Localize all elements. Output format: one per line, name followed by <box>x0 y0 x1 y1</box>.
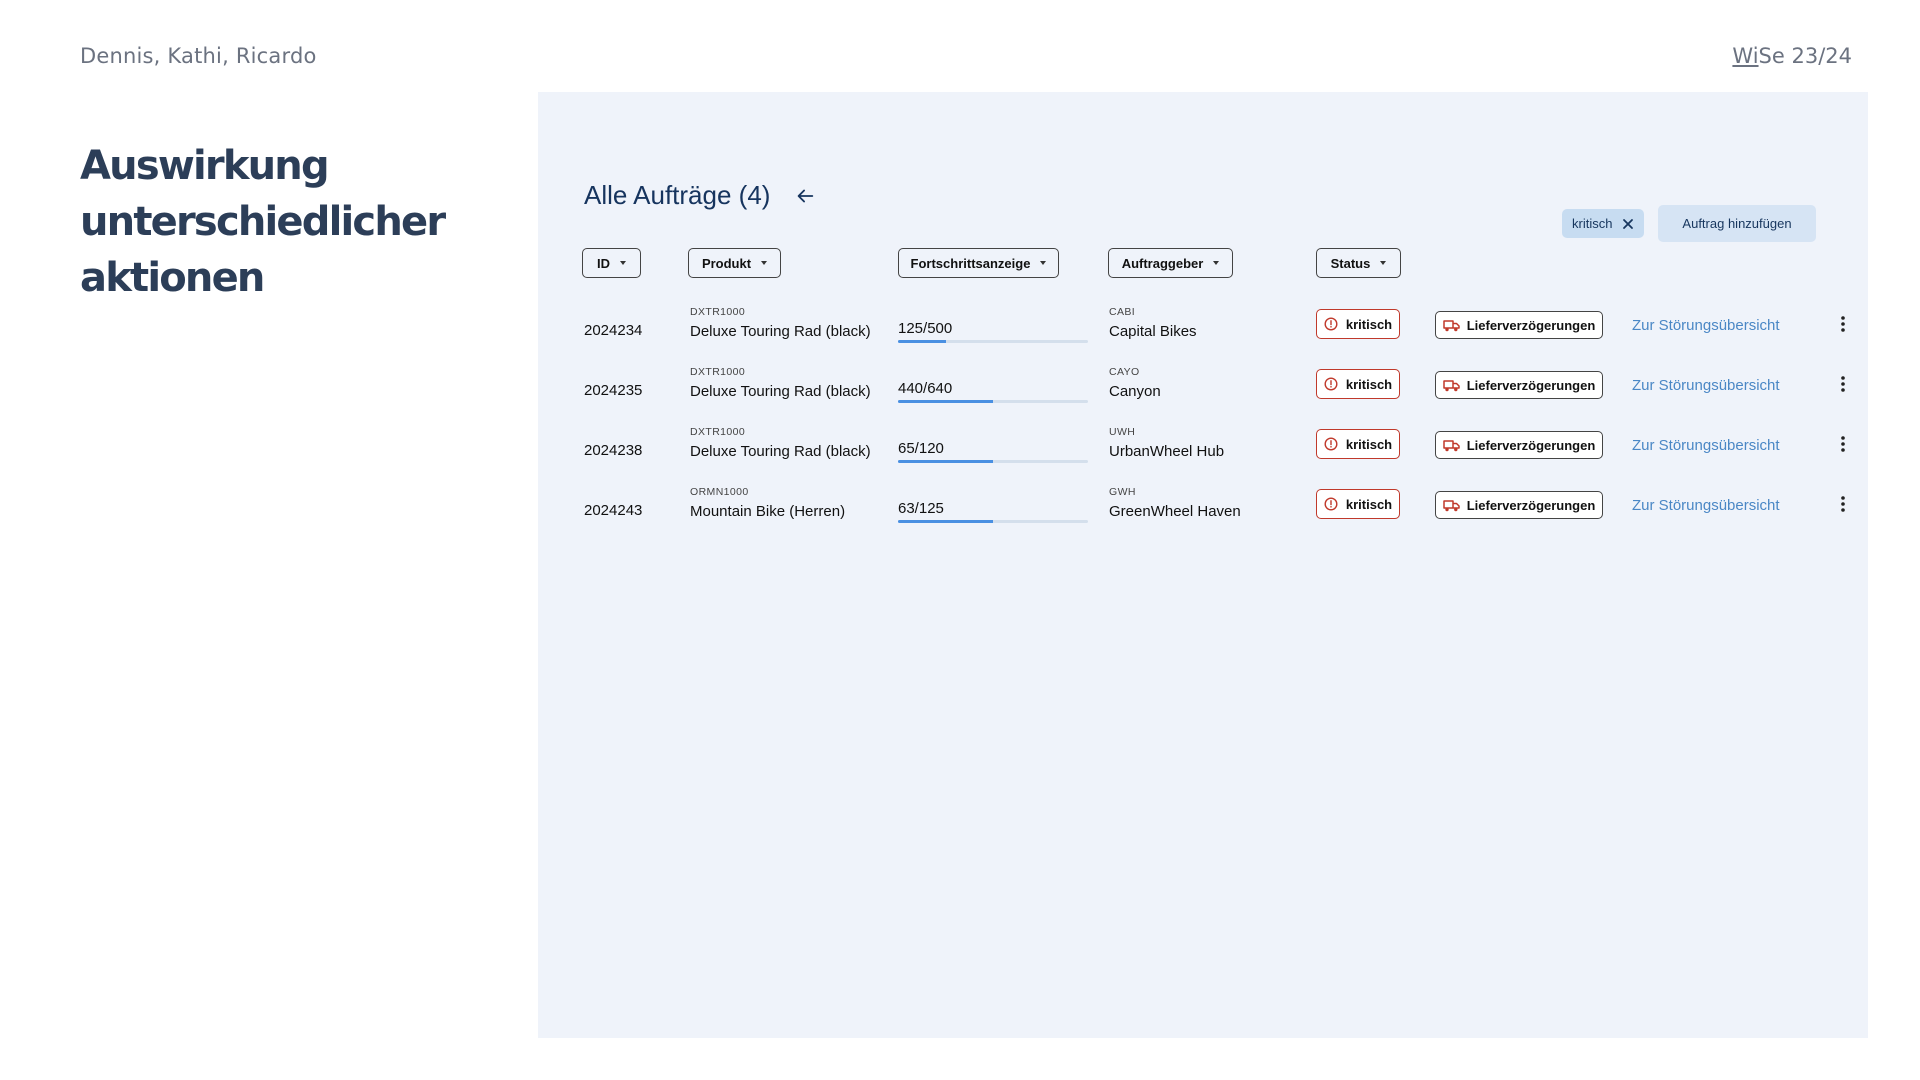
page-title: Alle Aufträge (4) <box>584 180 771 210</box>
progress-fill <box>898 400 993 403</box>
status-label: kritisch <box>1345 436 1393 452</box>
progress-text: 440/640 <box>898 380 953 397</box>
issue-label: Lieferverzögerungen <box>1466 377 1596 393</box>
add-order-button[interactable]: Auftrag hinzufügen <box>1658 205 1816 242</box>
caret-down-icon <box>1213 261 1220 265</box>
filter-chip-kritisch: kritisch <box>1562 209 1645 238</box>
issue-button[interactable]: Lieferverzögerungen <box>1435 491 1603 519</box>
disruption-overview-link[interactable]: Zur Störungsübersicht <box>1632 317 1780 334</box>
filter-chip-label: kritisch <box>1572 216 1613 231</box>
progress-bar <box>898 460 1088 463</box>
progress-fill <box>898 340 946 343</box>
filter-fortschritt-dropdown[interactable]: Fortschrittsanzeige <box>898 248 1059 278</box>
truck-icon <box>1442 499 1460 511</box>
filter-id-label: ID <box>597 255 610 271</box>
issue-button[interactable]: Lieferverzögerungen <box>1435 371 1603 399</box>
table-row[interactable]: 2024234 DXTR1000 Deluxe Touring Rad (bla… <box>538 295 1868 355</box>
client-name: Capital Bikes <box>1109 323 1197 340</box>
client-code: CAYO <box>1109 366 1140 378</box>
client-name: GreenWheel Haven <box>1109 503 1241 520</box>
more-vertical-icon[interactable] <box>1840 314 1846 334</box>
status-badge: kritisch <box>1316 369 1400 399</box>
more-vertical-icon[interactable] <box>1840 434 1846 454</box>
progress-text: 63/125 <box>898 500 944 517</box>
caret-down-icon <box>620 261 626 265</box>
more-vertical-icon[interactable] <box>1840 494 1846 514</box>
product-code: ORMN1000 <box>690 486 749 498</box>
alert-circle-icon <box>1324 437 1338 451</box>
filter-status-dropdown[interactable]: Status <box>1316 248 1401 278</box>
product-code: DXTR1000 <box>690 426 746 438</box>
status-badge: kritisch <box>1316 489 1400 519</box>
status-label: kritisch <box>1345 316 1393 332</box>
product-name: Mountain Bike (Herren) <box>690 503 846 520</box>
issue-label: Lieferverzögerungen <box>1466 497 1596 513</box>
orders-panel: Alle Aufträge (4) kritisch Auftrag hinzu… <box>538 92 1868 1038</box>
progress-bar <box>898 340 1088 343</box>
filter-auftraggeber-dropdown[interactable]: Auftraggeber <box>1108 248 1233 278</box>
truck-icon <box>1442 439 1460 451</box>
progress-fill <box>898 460 993 463</box>
order-id: 2024238 <box>584 442 643 459</box>
product-name: Deluxe Touring Rad (black) <box>690 323 871 340</box>
progress-bar <box>898 400 1088 403</box>
client-name: Canyon <box>1109 383 1161 400</box>
status-label: kritisch <box>1345 496 1393 512</box>
product-code: DXTR1000 <box>690 366 746 378</box>
alert-circle-icon <box>1324 377 1338 391</box>
table-row[interactable]: 2024238 DXTR1000 Deluxe Touring Rad (bla… <box>538 415 1868 475</box>
issue-button[interactable]: Lieferverzögerungen <box>1435 311 1603 339</box>
product-name: Deluxe Touring Rad (black) <box>690 443 871 460</box>
filter-produkt-dropdown[interactable]: Produkt <box>688 248 781 278</box>
order-id: 2024235 <box>584 382 643 399</box>
semester-suffix: Se 23/24 <box>1758 44 1852 68</box>
status-badge: kritisch <box>1316 309 1400 339</box>
product-code: DXTR1000 <box>690 306 746 318</box>
progress-text: 65/120 <box>898 440 944 457</box>
slide-semester: WiSe 23/24 <box>1732 44 1852 68</box>
client-code: CABI <box>1109 306 1136 318</box>
alert-circle-icon <box>1324 317 1338 331</box>
table-row[interactable]: 2024243 ORMN1000 Mountain Bike (Herren) … <box>538 475 1868 535</box>
arrow-left-icon[interactable] <box>794 185 816 207</box>
issue-button[interactable]: Lieferverzögerungen <box>1435 431 1603 459</box>
slide-title-line-3: aktionen <box>80 255 265 301</box>
issue-label: Lieferverzögerungen <box>1466 437 1596 453</box>
alert-circle-icon <box>1324 497 1338 511</box>
progress-bar <box>898 520 1088 523</box>
order-id: 2024243 <box>584 502 643 519</box>
disruption-overview-link[interactable]: Zur Störungsübersicht <box>1632 437 1780 454</box>
progress-fill <box>898 520 993 523</box>
slide-title-line-2: unterschiedlicher <box>80 199 446 245</box>
filter-status-label: Status <box>1330 255 1371 271</box>
table-row[interactable]: 2024235 DXTR1000 Deluxe Touring Rad (bla… <box>538 355 1868 415</box>
caret-down-icon <box>1040 261 1047 265</box>
semester-prefix: Wi <box>1732 44 1759 68</box>
caret-down-icon <box>761 261 768 265</box>
client-code: GWH <box>1109 486 1136 498</box>
filter-id-dropdown[interactable]: ID <box>582 248 641 278</box>
disruption-overview-link[interactable]: Zur Störungsübersicht <box>1632 497 1780 514</box>
issue-label: Lieferverzögerungen <box>1466 317 1596 333</box>
status-badge: kritisch <box>1316 429 1400 459</box>
truck-icon <box>1442 379 1460 391</box>
close-icon[interactable] <box>1622 218 1634 230</box>
progress-text: 125/500 <box>898 320 953 337</box>
slide-title: Auswirkung unterschiedlicher aktionen <box>80 138 460 306</box>
product-name: Deluxe Touring Rad (black) <box>690 383 871 400</box>
status-label: kritisch <box>1345 376 1393 392</box>
slide-title-line-1: Auswirkung <box>80 143 330 189</box>
client-code: UWH <box>1109 426 1136 438</box>
order-id: 2024234 <box>584 322 643 339</box>
disruption-overview-link[interactable]: Zur Störungsübersicht <box>1632 377 1780 394</box>
slide-authors: Dennis, Kathi, Ricardo <box>80 44 317 68</box>
more-vertical-icon[interactable] <box>1840 374 1846 394</box>
client-name: UrbanWheel Hub <box>1109 443 1225 460</box>
caret-down-icon <box>1380 261 1387 265</box>
panel-header: Alle Aufträge (4) <box>584 180 816 211</box>
filter-fortschritt-label: Fortschrittsanzeige <box>910 255 1031 271</box>
filter-produkt-label: Produkt <box>701 255 752 271</box>
truck-icon <box>1442 319 1460 331</box>
filter-auftraggeber-label: Auftraggeber <box>1121 255 1204 271</box>
